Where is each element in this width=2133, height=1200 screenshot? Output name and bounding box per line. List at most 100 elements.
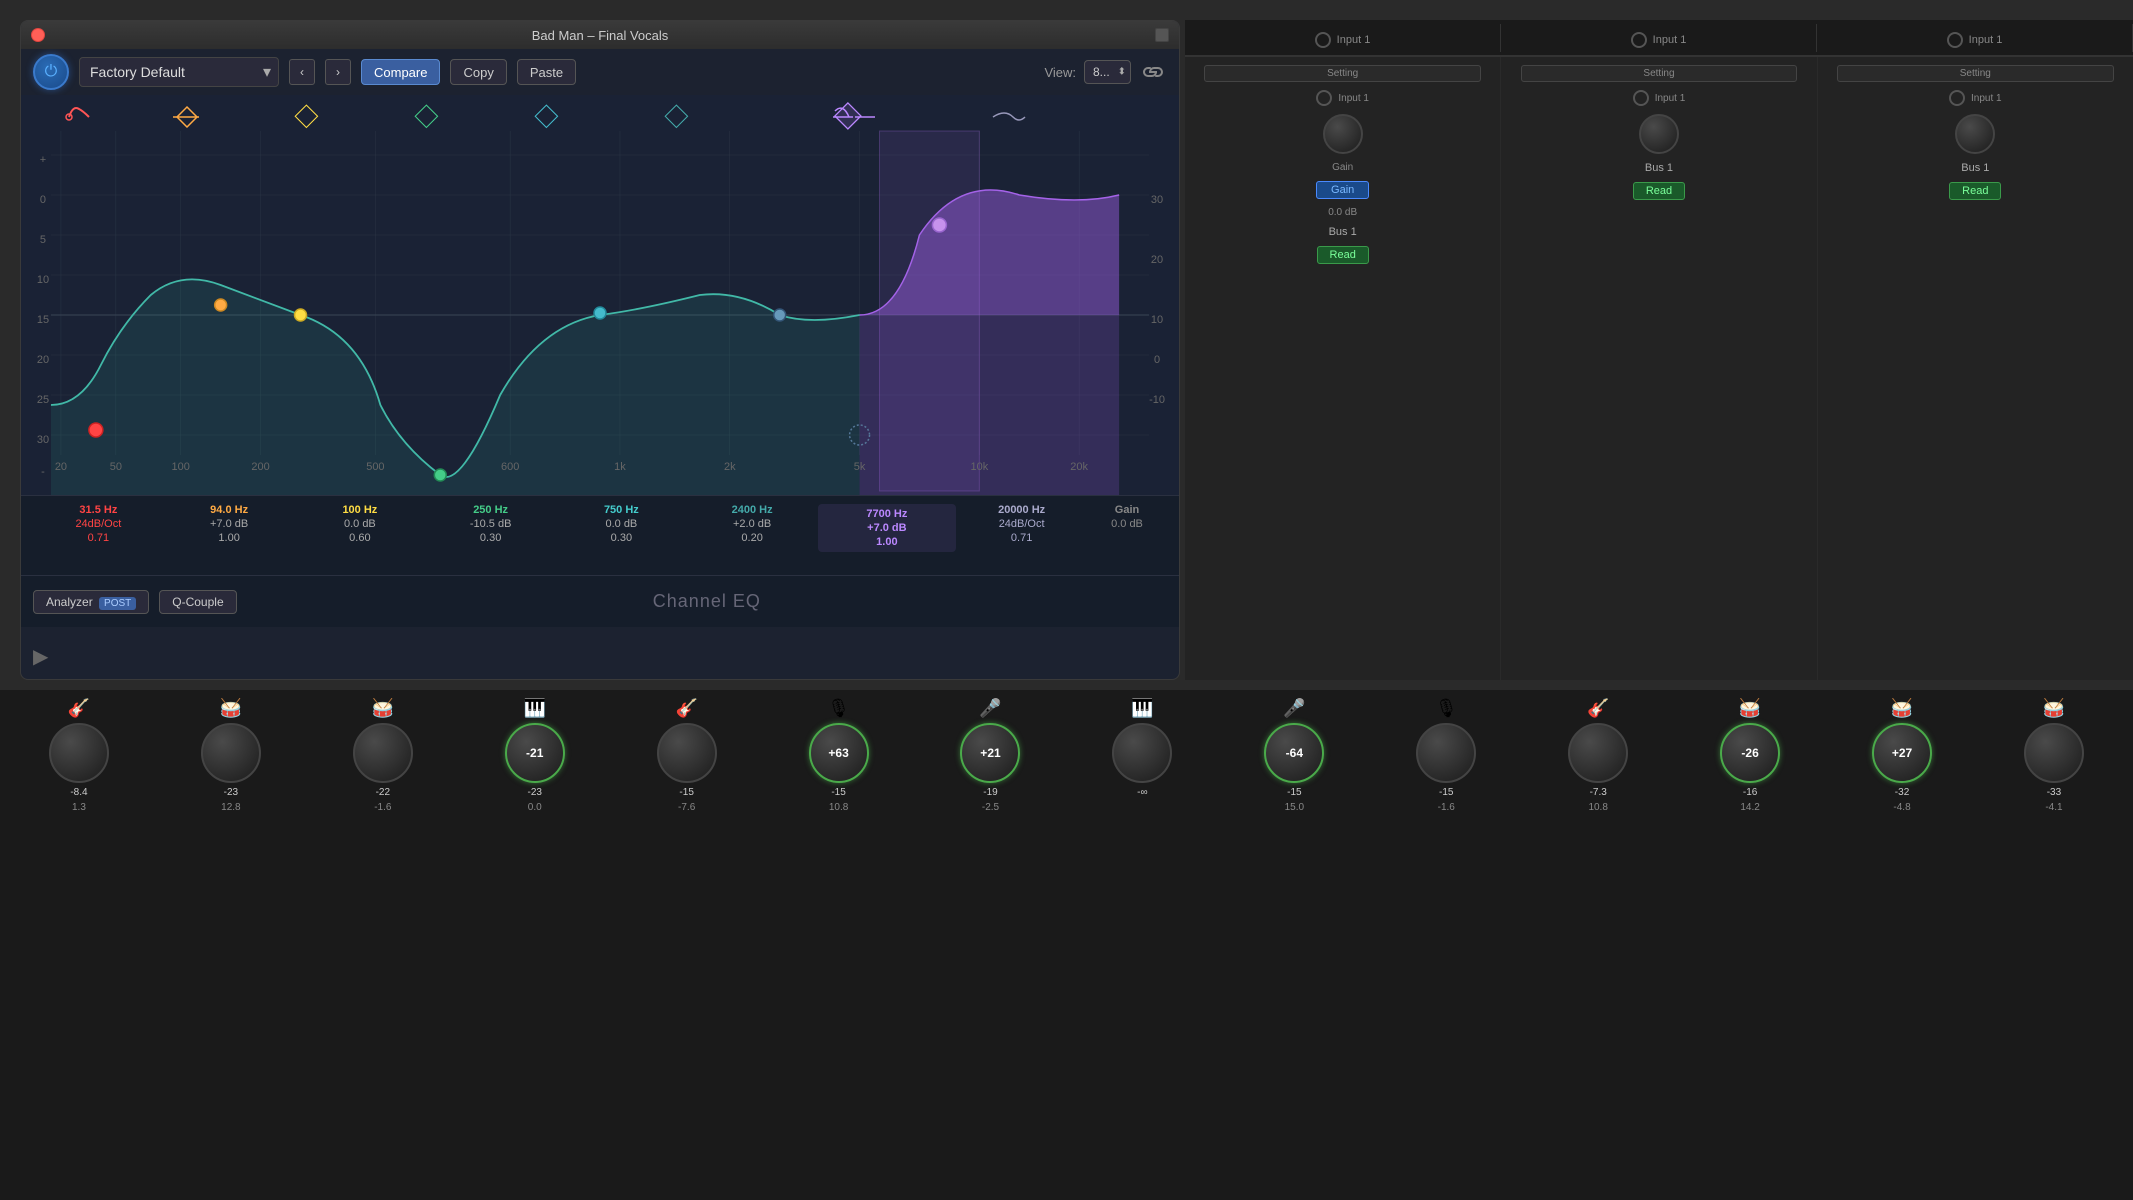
band2-gain: +7.0 dB — [210, 518, 248, 530]
plugin-window: Bad Man – Final Vocals ⏻ Factory Default… — [20, 20, 1180, 680]
read-btn-1[interactable]: Read — [1317, 246, 1369, 264]
band8-params: 20000 Hz 24dB/Oct 0.71 — [956, 504, 1087, 544]
ch5-icon: 🎸 — [675, 698, 697, 719]
preset-dropdown[interactable]: Factory Default — [79, 57, 279, 87]
ch7-knob-label: +21 — [980, 746, 1000, 760]
power-button[interactable]: ⏻ — [33, 54, 69, 90]
strip2-knob[interactable] — [1639, 114, 1679, 154]
band2-params: 94.0 Hz +7.0 dB 1.00 — [164, 504, 295, 544]
setting-btn-1[interactable]: Setting — [1204, 65, 1481, 82]
ch13-knob-label: +27 — [1892, 746, 1912, 760]
ch2-vol1: -23 — [224, 787, 238, 798]
svg-text:-10: -10 — [1149, 394, 1165, 406]
svg-text:20: 20 — [1151, 254, 1163, 266]
strip1-input: Input 1 — [1338, 93, 1369, 104]
ch4-knob[interactable]: -21 — [505, 723, 565, 783]
analyzer-button[interactable]: Analyzer POST — [33, 590, 149, 614]
input1-indicator-2 — [1631, 32, 1647, 48]
ch5-vol1: -15 — [679, 787, 693, 798]
ch12-knob[interactable]: -26 — [1720, 723, 1780, 783]
channel-7: 🎤 +21 -19 -2.5 — [916, 698, 1066, 813]
band5-params: 750 Hz 0.0 dB 0.30 — [556, 504, 687, 544]
setting-btn-2[interactable]: Setting — [1521, 65, 1798, 82]
gain-value-1: 0.0 dB — [1328, 207, 1357, 218]
band7-gain: +7.0 dB — [867, 522, 906, 534]
play-button[interactable]: ▶ — [33, 644, 48, 669]
ch8-icon: 🎹 — [1131, 698, 1153, 719]
strip1-knob[interactable] — [1323, 114, 1363, 154]
ch1-vol1: -8.4 — [70, 787, 87, 798]
input1-label-1: Input 1 — [1337, 34, 1371, 46]
band8-gain: 24dB/Oct — [999, 518, 1045, 530]
channel-3: 🥁 -22 -1.6 — [308, 698, 458, 813]
svg-text:500: 500 — [366, 461, 384, 473]
ch10-knob[interactable] — [1416, 723, 1476, 783]
ch2-knob[interactable] — [201, 723, 261, 783]
ch4-vol1: -23 — [528, 787, 542, 798]
svg-text:10: 10 — [1151, 314, 1163, 326]
post-badge: POST — [99, 597, 136, 610]
channel-5: 🎸 -15 -7.6 — [612, 698, 762, 813]
band3-freq: 100 Hz — [342, 504, 377, 516]
svg-text:2k: 2k — [724, 461, 736, 473]
band3-q: 0.60 — [349, 532, 370, 544]
title-bar: Bad Man – Final Vocals — [21, 21, 1179, 49]
read-btn-2[interactable]: Read — [1633, 182, 1685, 200]
ch3-knob[interactable] — [353, 723, 413, 783]
gain-btn-1[interactable]: Gain — [1316, 181, 1369, 199]
prev-preset-button[interactable]: ‹ — [289, 59, 315, 85]
bus-label-2: Bus 1 — [1645, 162, 1673, 174]
gain-label: Gain — [1115, 504, 1139, 516]
channel-eq-label: Channel EQ — [653, 591, 761, 612]
ch4-icon: 🎹 — [524, 698, 546, 719]
ch1-knob[interactable] — [49, 723, 109, 783]
ch6-knob[interactable]: +63 — [809, 723, 869, 783]
svg-text:1k: 1k — [614, 461, 626, 473]
ch4-vol2: 0.0 — [528, 802, 542, 813]
ch4-knob-label: -21 — [526, 746, 543, 760]
setting-btn-3[interactable]: Setting — [1837, 65, 2114, 82]
ch8-knob[interactable] — [1112, 723, 1172, 783]
ch3-vol1: -22 — [376, 787, 390, 798]
channel-2: 🥁 -23 12.8 — [156, 698, 306, 813]
view-label: View: — [1044, 65, 1076, 80]
ch13-vol1: -32 — [1895, 787, 1909, 798]
link-button[interactable] — [1139, 58, 1167, 86]
band1-q: 0.71 — [88, 532, 109, 544]
ch7-vol2: -2.5 — [982, 802, 999, 813]
paste-button[interactable]: Paste — [517, 59, 576, 85]
channel-9: 🎤 -64 -15 15.0 — [1219, 698, 1369, 813]
eq-area: + 0 5 10 15 20 25 30 - 30 20 10 0 -10 20… — [21, 95, 1179, 495]
svg-text:30: 30 — [37, 434, 49, 446]
link-icon — [1142, 64, 1164, 80]
collapse-button[interactable] — [1155, 28, 1169, 42]
input1-indicator-1 — [1315, 32, 1331, 48]
read-btn-3[interactable]: Read — [1949, 182, 2001, 200]
band1-gain: 24dB/Oct — [75, 518, 121, 530]
ch13-icon: 🥁 — [1891, 698, 1913, 719]
band1-params: 31.5 Hz 24dB/Oct 0.71 — [33, 504, 164, 544]
band2-q: 1.00 — [218, 532, 239, 544]
ch11-knob[interactable] — [1568, 723, 1628, 783]
ch14-knob[interactable] — [2024, 723, 2084, 783]
strip3-content: Setting Input 1 Bus 1 Read — [1818, 57, 2133, 680]
compare-button[interactable]: Compare — [361, 59, 440, 85]
right-strip-1: Input 1 — [1185, 24, 1501, 52]
strip3-knob[interactable] — [1955, 114, 1995, 154]
q-couple-button[interactable]: Q-Couple — [159, 590, 236, 614]
ch1-icon: 🎸 — [68, 698, 90, 719]
band8-freq: 20000 Hz — [998, 504, 1045, 516]
channel-4: 🎹 -21 -23 0.0 — [460, 698, 610, 813]
ch7-icon: 🎤 — [979, 698, 1001, 719]
bus-label-1: Bus 1 — [1329, 226, 1357, 238]
ch9-knob[interactable]: -64 — [1264, 723, 1324, 783]
view-dropdown[interactable]: 8... — [1084, 60, 1131, 84]
ch5-knob[interactable] — [657, 723, 717, 783]
next-preset-button[interactable]: › — [325, 59, 351, 85]
ch13-knob[interactable]: +27 — [1872, 723, 1932, 783]
right-strip-3: Input 1 — [1817, 24, 2133, 52]
ch7-knob[interactable]: +21 — [960, 723, 1020, 783]
svg-text:5: 5 — [40, 234, 46, 246]
close-button[interactable] — [31, 28, 45, 42]
copy-button[interactable]: Copy — [450, 59, 506, 85]
